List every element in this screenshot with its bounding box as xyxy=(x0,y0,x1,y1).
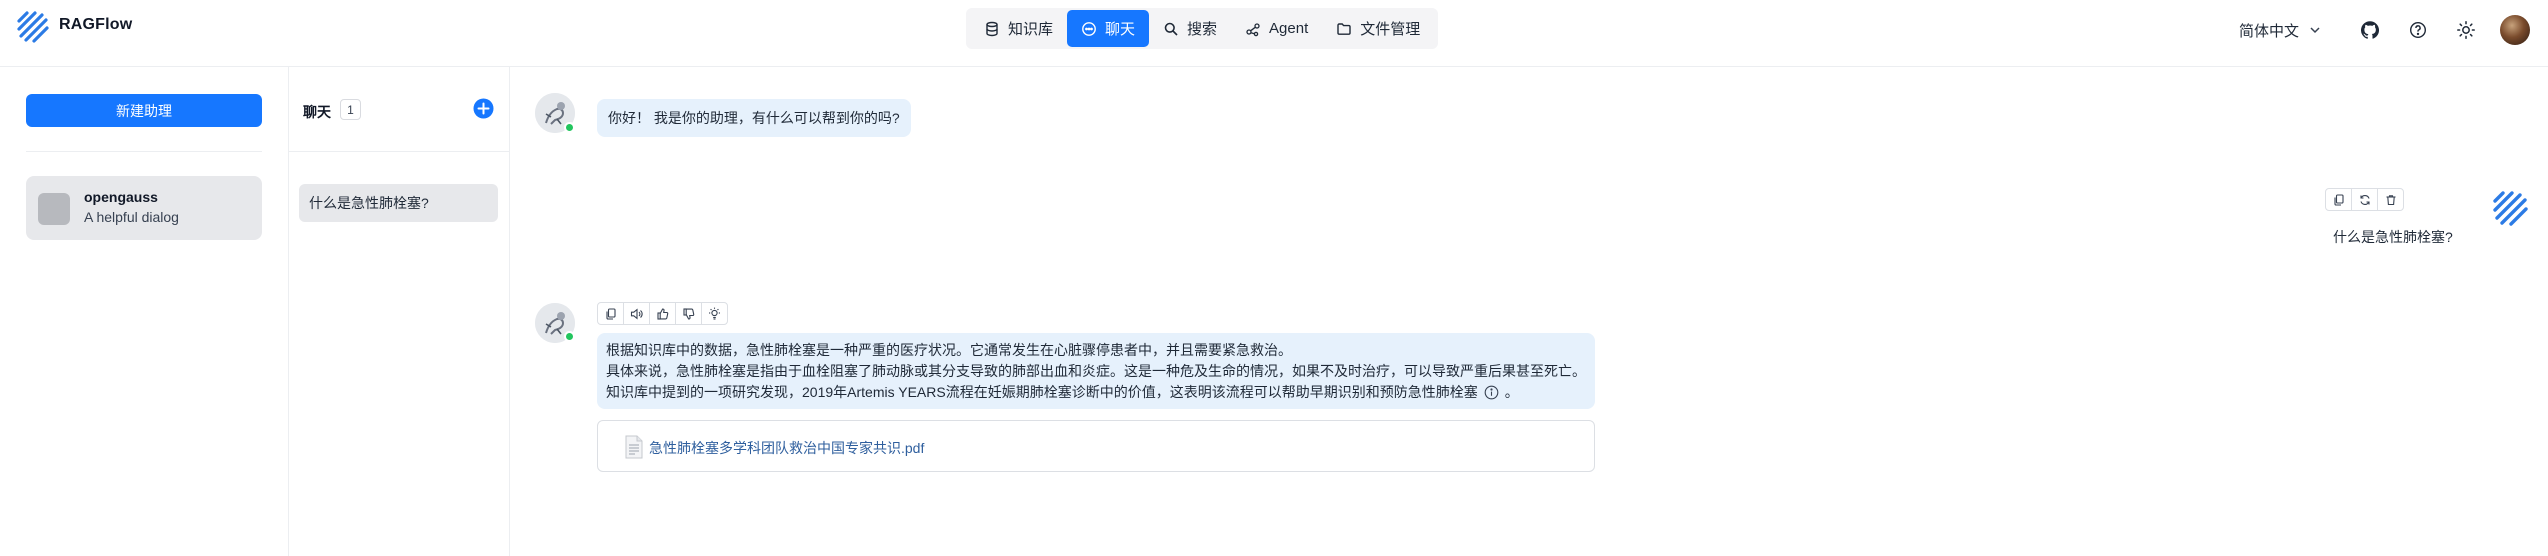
conversation-panel: 聊天 1 什么是急性肺栓塞? xyxy=(289,67,510,556)
copy-button[interactable] xyxy=(597,302,624,325)
online-status-dot xyxy=(564,331,575,342)
help-circle-icon xyxy=(2409,21,2427,39)
citation-info-icon[interactable] xyxy=(1484,385,1499,400)
language-selector[interactable]: 简体中文 xyxy=(2239,20,2322,41)
answer-line: 知识库中提到的一项研究发现，2019年Artemis YEARS流程在妊娠期肺栓… xyxy=(606,384,1478,400)
thumbs-down-icon xyxy=(682,307,694,320)
reference-document-card[interactable]: 急性肺栓塞多学科团队救治中国专家共识.pdf xyxy=(597,420,1595,472)
conversation-panel-title: 聊天 xyxy=(303,104,331,120)
answer-line: 根据知识库中的数据，急性肺栓塞是一种严重的医疗状况。它通常发生在心脏骤停患者中，… xyxy=(606,342,1292,358)
lightbulb-icon xyxy=(709,307,720,320)
nav-label: 搜索 xyxy=(1187,21,1218,38)
chat-area: 你好！ 我是你的助理，有什么可以帮到你的吗? 什么是急性肺栓塞? 根据知识库中的… xyxy=(510,67,2548,556)
agent-graph-icon xyxy=(1246,22,1260,36)
assistant-avatar xyxy=(38,193,70,225)
prompt-button[interactable] xyxy=(701,302,728,325)
answer-message: 根据知识库中的数据，急性肺栓塞是一种严重的医疗状况。它通常发生在心脏骤停患者中，… xyxy=(597,333,1595,409)
top-header: RAGFlow 知识库 聊天 搜索 Agent 文件管理 简体中文 xyxy=(0,0,2548,67)
copy-icon xyxy=(2333,193,2344,206)
conversation-item[interactable]: 什么是急性肺栓塞? xyxy=(299,184,498,222)
user-message-toolbar xyxy=(2325,188,2404,211)
folder-icon xyxy=(1337,22,1351,35)
nav-label: 文件管理 xyxy=(1360,21,1421,38)
github-icon xyxy=(2361,21,2379,39)
theme-toggle-button[interactable] xyxy=(2452,16,2480,44)
answer-line-with-citation: 知识库中提到的一项研究发现，2019年Artemis YEARS流程在妊娠期肺栓… xyxy=(606,382,1586,403)
regenerate-button[interactable] xyxy=(2351,188,2378,211)
chevron-down-icon xyxy=(2310,27,2320,34)
nav-chat[interactable]: 聊天 xyxy=(1067,10,1150,47)
nav-file-management[interactable]: 文件管理 xyxy=(1322,10,1434,47)
copy-icon xyxy=(605,307,616,320)
reference-file-link[interactable]: 急性肺栓塞多学科团队救治中国专家共识.pdf xyxy=(649,438,924,458)
thumbs-up-button[interactable] xyxy=(649,302,676,325)
brand-name: RAGFlow xyxy=(59,16,133,33)
speaker-icon xyxy=(630,307,643,320)
language-label: 简体中文 xyxy=(2238,22,2299,40)
answer-line-end: 。 xyxy=(1504,384,1519,400)
main-nav: 知识库 聊天 搜索 Agent 文件管理 xyxy=(966,8,1439,49)
thumbs-up-icon xyxy=(656,307,668,320)
nav-label: Agent xyxy=(1269,20,1309,37)
ragflow-logo-icon[interactable] xyxy=(16,10,50,44)
github-button[interactable] xyxy=(2356,16,2384,44)
user-avatar[interactable] xyxy=(2500,15,2530,45)
trash-icon xyxy=(2386,194,2395,205)
nav-label: 聊天 xyxy=(1105,21,1136,38)
add-conversation-icon[interactable] xyxy=(473,98,494,119)
greeting-message: 你好！ 我是你的助理，有什么可以帮到你的吗? xyxy=(597,99,911,137)
assistant-description: A helpful dialog xyxy=(84,209,179,225)
read-aloud-button[interactable] xyxy=(623,302,650,325)
assistant-card[interactable]: opengauss A helpful dialog xyxy=(26,176,262,240)
thumbs-down-button[interactable] xyxy=(675,302,702,325)
assistant-message-toolbar xyxy=(597,302,728,325)
conversation-count-badge: 1 xyxy=(340,99,361,120)
nav-agent[interactable]: Agent xyxy=(1231,10,1322,47)
answer-line: 具体来说，急性肺栓塞是指由于血栓阻塞了肺动脉或其分支导致的肺部出血和炎症。这是一… xyxy=(606,363,1586,379)
nav-label: 知识库 xyxy=(1008,21,1054,38)
delete-button[interactable] xyxy=(2377,188,2404,211)
divider xyxy=(289,151,509,152)
online-status-dot xyxy=(564,122,575,133)
assistant-name: opengauss xyxy=(84,189,158,205)
nav-search[interactable]: 搜索 xyxy=(1149,10,1231,47)
header-right: 简体中文 xyxy=(2239,15,2530,45)
copy-button[interactable] xyxy=(2325,188,2352,211)
sun-icon xyxy=(2457,21,2475,39)
help-button[interactable] xyxy=(2404,16,2432,44)
pdf-file-icon xyxy=(625,435,643,459)
nav-knowledge-base[interactable]: 知识库 xyxy=(970,10,1067,47)
divider xyxy=(26,151,262,152)
search-icon xyxy=(1164,22,1178,36)
database-icon xyxy=(986,21,998,36)
new-assistant-button[interactable]: 新建助理 xyxy=(26,94,262,127)
refresh-icon xyxy=(2359,194,2370,205)
assistant-panel: 新建助理 opengauss A helpful dialog xyxy=(0,67,289,556)
user-message-avatar-icon xyxy=(2493,191,2528,226)
user-message: 什么是急性肺栓塞? xyxy=(2333,229,2453,245)
chat-bubble-icon xyxy=(1082,21,1096,36)
